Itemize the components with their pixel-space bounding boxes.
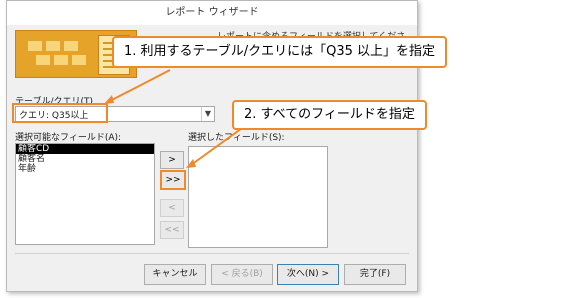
step2-callout: 2. すべてのフィールドを指定 bbox=[232, 100, 427, 130]
step1-callout: 1. 利用するテーブル/クエリには「Q35 以上」を指定 bbox=[112, 36, 448, 68]
